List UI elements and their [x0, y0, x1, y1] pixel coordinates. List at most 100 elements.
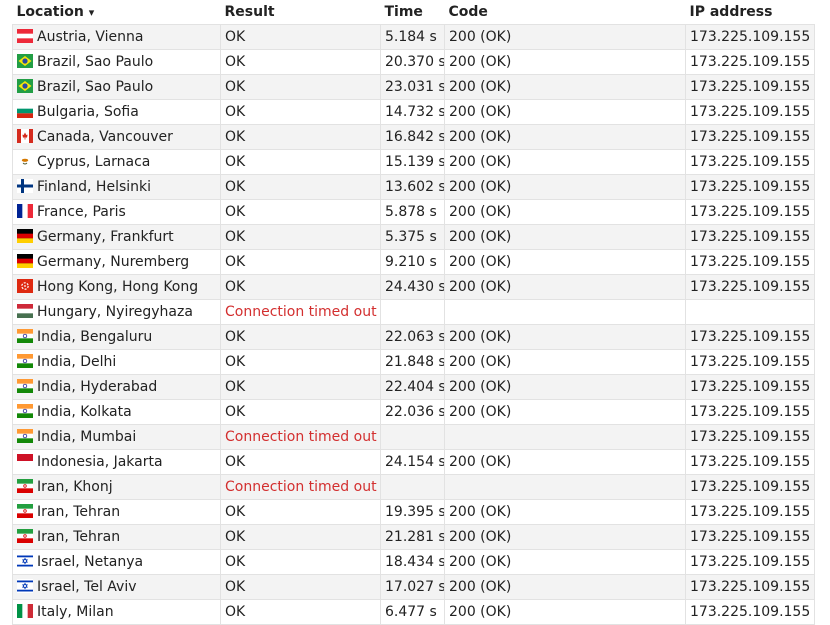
flag-bulgaria-icon [17, 104, 33, 118]
code-cell: 200 (OK) [444, 599, 686, 625]
code-cell-text: 200 (OK) [449, 504, 512, 520]
result-cell-text: OK [225, 529, 246, 545]
result-cell: Connection timed out [220, 424, 381, 450]
table-row: India, Mumbai Connection timed out 173.225… [12, 424, 815, 450]
ip-cell: 173.225.109.155 [685, 424, 815, 450]
flag-brazil-icon [17, 54, 33, 68]
location-text: Bulgaria, Sofia [37, 104, 139, 120]
time-cell: 17.027 s [380, 574, 445, 600]
ip-cell: 173.225.109.155 [685, 174, 815, 200]
ip-cell-text: 173.225.109.155 [690, 479, 811, 495]
location-cell: Brazil, Sao Paulo [12, 49, 221, 75]
ip-cell: 173.225.109.155 [685, 74, 815, 100]
code-cell: 200 (OK) [444, 349, 686, 375]
time-cell: 5.878 s [380, 199, 445, 225]
flag-brazil-icon [17, 79, 33, 93]
code-cell-text: 200 (OK) [449, 29, 512, 45]
location-text: France, Paris [37, 204, 126, 220]
flag-hongkong-icon [17, 279, 33, 293]
time-cell: 22.404 s [380, 374, 445, 400]
code-cell: 200 (OK) [444, 274, 686, 300]
time-cell-text: 21.848 s [385, 354, 445, 370]
code-cell: 200 (OK) [444, 199, 686, 225]
location-text: Germany, Frankfurt [37, 229, 174, 245]
result-cell: OK [220, 74, 381, 100]
result-cell: OK [220, 149, 381, 175]
result-header-label: Result [224, 4, 275, 20]
ip-cell-text: 173.225.109.155 [690, 79, 811, 95]
flag-israel-icon [17, 579, 33, 593]
time-cell-text: 13.602 s [385, 179, 445, 195]
code-column-header: Code [445, 0, 686, 25]
time-cell: 5.375 s [380, 224, 445, 250]
location-text: Austria, Vienna [37, 29, 144, 45]
time-cell-text: 22.036 s [385, 404, 445, 420]
code-cell-text: 200 (OK) [449, 329, 512, 345]
ip-cell: 173.225.109.155 [685, 349, 815, 375]
sort-desc-icon: ▾ [88, 6, 95, 19]
result-cell: OK [220, 124, 381, 150]
code-cell: 200 (OK) [444, 524, 686, 550]
result-cell-text: OK [225, 29, 246, 45]
code-cell: 200 (OK) [444, 399, 686, 425]
time-cell: 18.434 s [380, 549, 445, 575]
result-cell-text: Connection timed out [225, 479, 377, 495]
ip-cell-text: 173.225.109.155 [690, 154, 811, 170]
ip-cell: 173.225.109.155 [685, 474, 815, 500]
ip-cell-text: 173.225.109.155 [690, 354, 811, 370]
time-cell-text: 5.878 s [385, 204, 437, 220]
flag-finland-icon [17, 179, 33, 193]
table-row: India, Hyderabad OK 22.404 s 200 (OK) 173.22… [12, 374, 815, 400]
table-row: Brazil, Sao Paulo OK 20.370 s 200 (OK) 173.2… [12, 49, 815, 75]
flag-italy-icon [17, 604, 33, 618]
ip-cell-text: 173.225.109.155 [690, 554, 811, 570]
code-cell-text: 200 (OK) [449, 604, 512, 620]
time-header-label: Time [384, 4, 423, 20]
location-cell: Germany, Nuremberg [12, 249, 221, 275]
location-cell: Italy, Milan [12, 599, 221, 625]
flag-india-icon [17, 329, 33, 343]
code-cell: 200 (OK) [444, 374, 686, 400]
location-cell: India, Delhi [12, 349, 221, 375]
result-cell-text: OK [225, 229, 246, 245]
time-cell: 6.477 s [380, 599, 445, 625]
result-cell-text: OK [225, 54, 246, 70]
time-cell: 13.602 s [380, 174, 445, 200]
table-row: Finland, Helsinki OK 13.602 s 200 (OK) 173.2… [12, 174, 815, 200]
result-cell: OK [220, 349, 381, 375]
location-text: Germany, Nuremberg [37, 254, 190, 270]
flag-india-icon [17, 379, 33, 393]
location-text: Cyprus, Larnaca [37, 154, 151, 170]
ip-cell-text: 173.225.109.155 [690, 129, 811, 145]
code-cell-text: 200 (OK) [449, 179, 512, 195]
time-cell: 19.395 s [380, 499, 445, 525]
code-cell: 200 (OK) [444, 49, 686, 75]
flag-hungary-icon [17, 304, 33, 318]
location-cell: France, Paris [12, 199, 221, 225]
ip-cell-text: 173.225.109.155 [690, 179, 811, 195]
code-cell-text: 200 (OK) [449, 204, 512, 220]
code-cell [444, 299, 686, 325]
time-cell-text: 17.027 s [385, 579, 445, 595]
location-text: Canada, Vancouver [37, 129, 173, 145]
flag-austria-icon [17, 29, 33, 43]
ip-cell: 173.225.109.155 [685, 49, 815, 75]
code-cell-text: 200 (OK) [449, 579, 512, 595]
code-cell-text: 200 (OK) [449, 104, 512, 120]
location-cell: India, Kolkata [12, 399, 221, 425]
code-cell: 200 (OK) [444, 574, 686, 600]
location-text: India, Hyderabad [37, 379, 158, 395]
location-text: Italy, Milan [37, 604, 114, 620]
ip-cell: 173.225.109.155 [685, 449, 815, 475]
ip-cell: 173.225.109.155 [685, 399, 815, 425]
ip-cell: 173.225.109.155 [685, 599, 815, 625]
code-cell-text: 200 (OK) [449, 129, 512, 145]
location-cell: Brazil, Sao Paulo [12, 74, 221, 100]
ip-cell-text: 173.225.109.155 [690, 229, 811, 245]
flag-germany-icon [17, 254, 33, 268]
result-cell: OK [220, 599, 381, 625]
result-cell: OK [220, 399, 381, 425]
table-row: Iran, Tehran OK 21.281 s 200 (OK) 173.225.10… [12, 524, 815, 550]
result-cell-text: OK [225, 454, 246, 470]
location-column-header[interactable]: Location ▾ [13, 0, 221, 25]
